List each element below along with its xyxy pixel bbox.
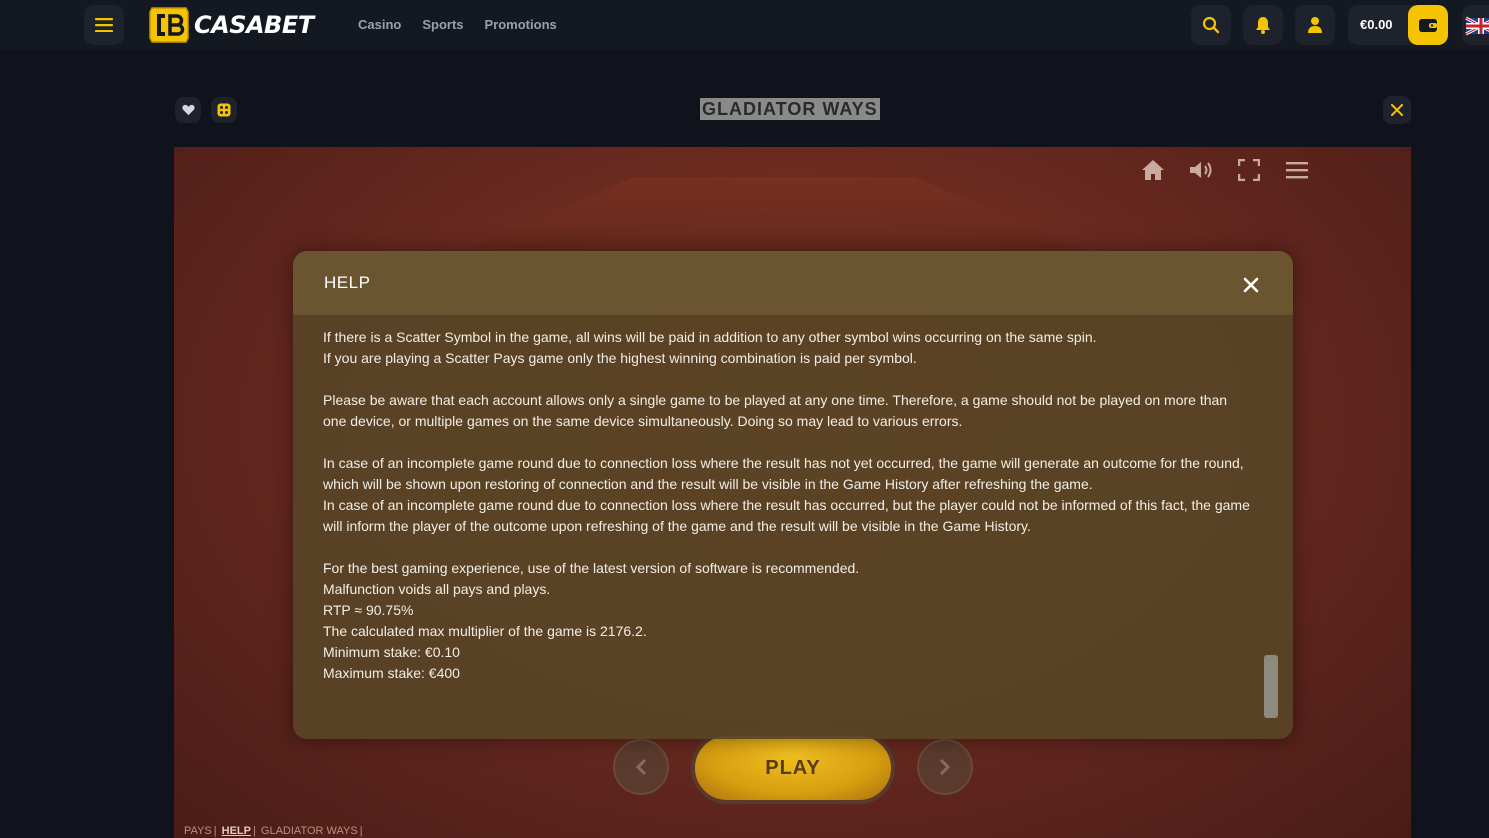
logo-text: CASABET	[194, 11, 314, 39]
help-line: In case of an incomplete game round due …	[323, 497, 1250, 534]
wallet-icon	[1419, 19, 1437, 32]
help-line: The calculated max multiplier of the gam…	[323, 623, 647, 639]
main-nav: Casino Sports Promotions	[358, 17, 557, 32]
game-home-button[interactable]	[1138, 157, 1168, 183]
favorite-button[interactable]	[175, 97, 201, 123]
play-label: PLAY	[765, 756, 821, 779]
help-close-button[interactable]	[1239, 273, 1263, 297]
balance-widget[interactable]: €0.00	[1348, 5, 1448, 45]
help-line: For the best gaming experience, use of t…	[323, 560, 860, 576]
help-line: In case of an incomplete game round due …	[323, 455, 1244, 492]
wallet-button[interactable]	[1408, 5, 1448, 45]
help-breadcrumb: PAYS | HELP | GLADIATOR WAYS |	[184, 825, 363, 837]
close-icon	[1391, 104, 1403, 116]
game-sound-button[interactable]	[1186, 157, 1216, 183]
play-button[interactable]: PLAY	[691, 732, 895, 804]
nav-promotions[interactable]: Promotions	[485, 17, 557, 32]
casabet-logo[interactable]: CASABET	[148, 6, 314, 44]
account-button[interactable]	[1295, 5, 1335, 45]
speaker-icon	[1190, 162, 1212, 178]
fullscreen-icon	[1238, 159, 1260, 181]
search-button[interactable]	[1191, 5, 1231, 45]
game-fullscreen-button[interactable]	[1234, 157, 1264, 183]
help-paragraph: In case of an incomplete game round due …	[323, 453, 1253, 537]
chevron-left-icon	[635, 758, 647, 776]
help-line: If there is a Scatter Symbol in the game…	[323, 329, 1097, 345]
hamburger-icon	[95, 18, 113, 32]
search-icon	[1202, 16, 1220, 34]
link-help[interactable]: HELP	[222, 825, 251, 837]
game-menu-button[interactable]	[1282, 157, 1312, 183]
help-line: Please be aware that each account allows…	[323, 392, 1228, 429]
balance-amount: €0.00	[1360, 17, 1393, 32]
max-stake-line: Maximum stake: €400	[323, 665, 460, 681]
help-content[interactable]: If there is a Scatter Symbol in the game…	[323, 327, 1253, 727]
home-icon	[1142, 160, 1164, 180]
user-icon	[1308, 17, 1322, 33]
menu-lines-icon	[1286, 162, 1308, 179]
help-paragraph: Please be aware that each account allows…	[323, 390, 1253, 432]
uk-flag-icon	[1462, 5, 1489, 45]
scrolled-text-fragment	[323, 317, 623, 327]
next-page-button[interactable]	[917, 739, 973, 795]
help-dialog-title: HELP	[324, 273, 371, 292]
bell-icon	[1256, 17, 1270, 34]
help-dialog-header: HELP	[293, 251, 1293, 315]
chevron-right-icon	[939, 758, 951, 776]
notifications-button[interactable]	[1243, 5, 1283, 45]
language-button[interactable]	[1462, 5, 1489, 45]
help-paragraph: If there is a Scatter Symbol in the game…	[323, 327, 1253, 369]
link-pays[interactable]: PAYS	[184, 825, 212, 837]
game-info-button[interactable]	[211, 97, 237, 123]
close-game-button[interactable]	[1383, 96, 1411, 124]
help-line: If you are playing a Scatter Pays game o…	[323, 350, 917, 366]
game-title: GLADIATOR WAYS	[700, 98, 880, 120]
nav-sports[interactable]: Sports	[422, 17, 463, 32]
help-scrollbar-thumb[interactable]	[1264, 655, 1278, 718]
link-game-name[interactable]: GLADIATOR WAYS	[261, 825, 358, 837]
heart-icon	[181, 104, 195, 116]
previous-page-button[interactable]	[613, 739, 669, 795]
dice-icon	[217, 103, 231, 117]
rtp-line: RTP ≈ 90.75%	[323, 602, 414, 618]
menu-button[interactable]	[84, 5, 124, 45]
help-paragraph: For the best gaming experience, use of t…	[323, 558, 1253, 684]
help-dialog: HELP If there is a Scatter Symbol in the…	[293, 251, 1293, 739]
close-icon	[1243, 277, 1259, 293]
top-bar: CASABET Casino Sports Promotions €0.00	[0, 0, 1489, 50]
nav-casino[interactable]: Casino	[358, 17, 401, 32]
logo-mark-icon	[149, 7, 189, 43]
min-stake-line: Minimum stake: €0.10	[323, 644, 460, 660]
help-line: Malfunction voids all pays and plays.	[323, 581, 551, 597]
